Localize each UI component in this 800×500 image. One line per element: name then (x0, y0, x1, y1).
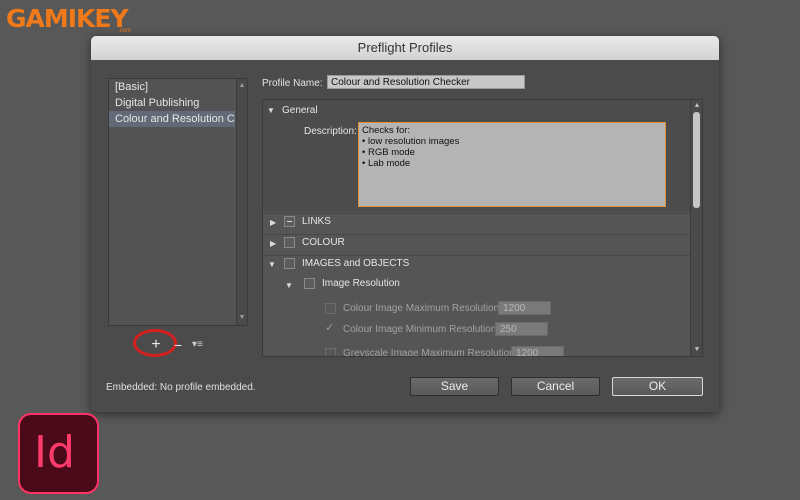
description-label: Description: (304, 126, 357, 137)
divider (263, 213, 691, 214)
profile-list-buttons: + − ▾≡ (133, 329, 220, 357)
dialog-title: Preflight Profiles (91, 36, 719, 60)
gamikey-logo-text: GAMIKEY (6, 4, 129, 33)
add-profile-button[interactable]: + (148, 337, 164, 353)
general-label: General (282, 105, 318, 116)
scroll-down-icon[interactable]: ▼ (238, 314, 246, 322)
disclosure-closed-icon[interactable]: ▶ (270, 240, 278, 248)
divider (263, 234, 691, 235)
remove-profile-button[interactable]: − (174, 337, 186, 353)
profile-item-colour-resolution[interactable]: Colour and Resolution Chec (109, 111, 235, 127)
links-label: LINKS (302, 216, 331, 227)
embedded-status: Embedded: No profile embedded. (106, 382, 256, 393)
gamikey-logo-suffix: .com (118, 28, 132, 34)
profile-list-scrollbar[interactable]: ▲ ▼ (236, 79, 247, 325)
image-resolution-checkbox[interactable] (304, 278, 315, 289)
colour-max-res-input[interactable]: 1200 (498, 301, 551, 315)
scroll-up-icon[interactable]: ▲ (238, 82, 246, 90)
colour-max-res-checkbox[interactable] (325, 303, 336, 314)
cancel-button[interactable]: Cancel (511, 377, 600, 396)
disclosure-open-icon[interactable]: ▼ (285, 282, 293, 290)
description-textarea[interactable]: Checks for: • low resolution images • RG… (358, 122, 666, 207)
grey-max-res-label: Greyscale Image Maximum Resolution: (343, 348, 518, 357)
description-line: • RGB mode (362, 147, 415, 158)
description-line: • Lab mode (362, 158, 411, 169)
scroll-down-icon[interactable]: ▼ (693, 346, 701, 354)
divider (263, 255, 691, 256)
general-section: ▼ General Description: Checks for: • low… (263, 100, 691, 212)
colour-max-res-label: Colour Image Maximum Resolution: (343, 303, 502, 314)
grey-max-res-input[interactable]: 1200 (511, 346, 564, 356)
profile-menu-icon[interactable]: ▾≡ (192, 339, 208, 351)
disclosure-open-icon[interactable]: ▼ (268, 261, 276, 269)
colour-min-res-checkbox[interactable]: ✓ (325, 322, 336, 335)
profile-item-basic[interactable]: [Basic] (109, 79, 235, 95)
profile-list[interactable]: [Basic] Digital Publishing Colour and Re… (108, 78, 248, 326)
disclosure-open-icon[interactable]: ▼ (267, 107, 275, 115)
scroll-up-icon[interactable]: ▲ (693, 102, 701, 110)
profile-name-label: Profile Name: (262, 78, 323, 89)
description-line: Checks for: (362, 125, 411, 136)
preflight-profiles-dialog: Preflight Profiles [Basic] Digital Publi… (91, 36, 719, 412)
description-line: • low resolution images (362, 136, 460, 147)
image-resolution-label: Image Resolution (322, 278, 400, 289)
profile-name-input[interactable]: Colour and Resolution Checker (327, 75, 525, 89)
indesign-logo-text: Id (34, 427, 75, 478)
disclosure-closed-icon[interactable]: ▶ (270, 219, 278, 227)
check-icon: ✓ (325, 322, 335, 334)
colour-label: COLOUR (302, 237, 345, 248)
colour-min-res-input[interactable]: 250 (495, 322, 548, 336)
save-button[interactable]: Save (410, 377, 499, 396)
indesign-app-icon: Id (18, 413, 99, 494)
grey-max-res-checkbox[interactable] (325, 348, 336, 356)
colour-min-res-label: Colour Image Minimum Resolution: (343, 324, 500, 335)
images-objects-label: IMAGES and OBJECTS (302, 258, 410, 269)
links-checkbox[interactable] (284, 216, 295, 227)
rules-tree-scrollbar[interactable]: ▲ ▼ (690, 100, 702, 356)
mixed-state-icon (287, 221, 292, 222)
ok-button[interactable]: OK (612, 377, 703, 396)
scrollbar-thumb[interactable] (693, 112, 700, 208)
profile-rules-tree: ▼ General Description: Checks for: • low… (262, 99, 703, 357)
colour-checkbox[interactable] (284, 237, 295, 248)
images-objects-checkbox[interactable] (284, 258, 295, 269)
profile-item-digital-publishing[interactable]: Digital Publishing (109, 95, 235, 111)
